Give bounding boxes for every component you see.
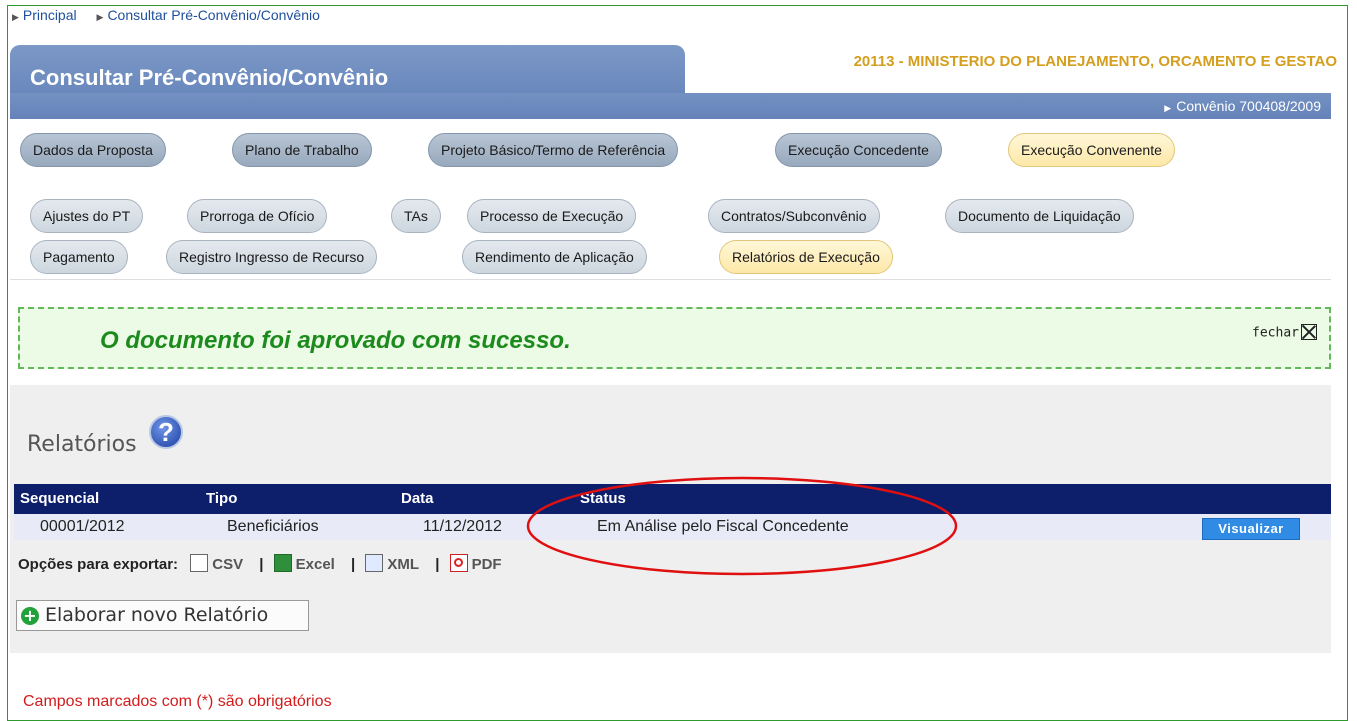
tab-relatorios-de-execucao[interactable]: Relatórios de Execução	[719, 240, 893, 274]
breadcrumb-item-principal[interactable]: ▶ Principal	[12, 7, 85, 23]
cell-tipo: Beneficiários	[227, 518, 319, 535]
pdf-file-icon	[449, 554, 468, 573]
export-label: Opções para exportar:	[18, 556, 179, 573]
column-header-data: Data	[401, 490, 434, 507]
csv-file-icon	[190, 554, 209, 573]
table-row: 00001/2012 Beneficiários 11/12/2012 Em A…	[14, 514, 1331, 540]
page-title: Consultar Pré-Convênio/Convênio	[30, 65, 389, 90]
tab-documento-de-liquidacao[interactable]: Documento de Liquidação	[945, 199, 1134, 233]
cell-sequencial: 00001/2012	[40, 518, 125, 535]
breadcrumb: ▶ Principal ▶ Consultar Pré-Convênio/Convê…	[12, 7, 336, 23]
tab-pagamento[interactable]: Pagamento	[30, 240, 128, 274]
new-report-button[interactable]: + Elaborar novo Relatório	[16, 600, 309, 631]
tab-tas[interactable]: TAs	[391, 199, 441, 233]
xml-file-icon	[365, 554, 384, 573]
success-message: O documento foi aprovado com sucesso.	[100, 327, 571, 354]
column-header-tipo: Tipo	[206, 490, 238, 507]
export-csv-link[interactable]: CSV	[190, 554, 249, 573]
divider	[10, 279, 1331, 280]
export-options: Opções para exportar: CSV | Excel | XML …	[18, 554, 508, 574]
plus-icon: +	[21, 607, 39, 625]
tab-contratos-subconvenio[interactable]: Contratos/Subconvênio	[708, 199, 880, 233]
tab-ajustes-do-pt[interactable]: Ajustes do PT	[30, 199, 144, 233]
required-fields-note: Campos marcados com (*) são obrigatórios	[23, 693, 332, 710]
tab-execucao-concedente[interactable]: Execução Concedente	[775, 133, 942, 167]
tab-projeto-basico[interactable]: Projeto Básico/Termo de Referência	[428, 133, 679, 167]
reports-title: Relatórios	[27, 432, 137, 457]
tab-plano-de-trabalho[interactable]: Plano de Trabalho	[232, 133, 372, 167]
tab-registro-ingresso[interactable]: Registro Ingresso de Recurso	[166, 240, 378, 274]
convenio-link[interactable]: ▶ Convênio 700408/2009	[1164, 98, 1321, 114]
column-header-sequencial: Sequencial	[20, 490, 100, 507]
tab-processo-de-execucao[interactable]: Processo de Execução	[467, 199, 637, 233]
convenio-bar: ▶ Convênio 700408/2009	[10, 93, 1331, 119]
page-title-bar: Consultar Pré-Convênio/Convênio	[10, 45, 685, 99]
chevron-right-icon: ▶	[1164, 103, 1172, 113]
excel-file-icon	[273, 554, 292, 573]
table-header: Sequencial Tipo Data Status	[14, 484, 1331, 514]
chevron-right-icon: ▶	[96, 12, 104, 22]
separator: |	[435, 556, 440, 573]
column-header-status: Status	[580, 490, 626, 507]
breadcrumb-item-consultar[interactable]: ▶ Consultar Pré-Convênio/Convênio	[97, 7, 328, 23]
separator: |	[351, 556, 356, 573]
new-report-label: Elaborar novo Relatório	[45, 604, 269, 626]
separator: |	[259, 556, 264, 573]
tabs-area: Dados da Proposta Plano de Trabalho Proj…	[10, 119, 1331, 279]
success-alert: O documento foi aprovado com sucesso. fe…	[18, 307, 1331, 369]
organization-name: 20113 - MINISTERIO DO PLANEJAMENTO, ORCA…	[853, 53, 1337, 70]
chevron-right-icon: ▶	[12, 12, 19, 22]
export-xml-link[interactable]: XML	[365, 554, 425, 573]
export-pdf-link[interactable]: PDF	[449, 554, 508, 573]
tab-prorroga-de-oficio[interactable]: Prorroga de Ofício	[187, 199, 328, 233]
tab-dados-da-proposta[interactable]: Dados da Proposta	[20, 133, 166, 167]
export-excel-link[interactable]: Excel	[273, 554, 341, 573]
tab-execucao-convenente[interactable]: Execução Convenente	[1008, 133, 1175, 167]
tab-rendimento-de-aplicacao[interactable]: Rendimento de Aplicação	[462, 240, 647, 274]
close-alert-button[interactable]: fechar	[1252, 324, 1317, 341]
cell-data: 11/12/2012	[423, 518, 502, 535]
visualizar-button[interactable]: Visualizar	[1202, 518, 1300, 540]
help-icon[interactable]: ?	[149, 415, 183, 449]
cell-status: Em Análise pelo Fiscal Concedente	[597, 518, 849, 535]
close-icon	[1301, 324, 1317, 340]
